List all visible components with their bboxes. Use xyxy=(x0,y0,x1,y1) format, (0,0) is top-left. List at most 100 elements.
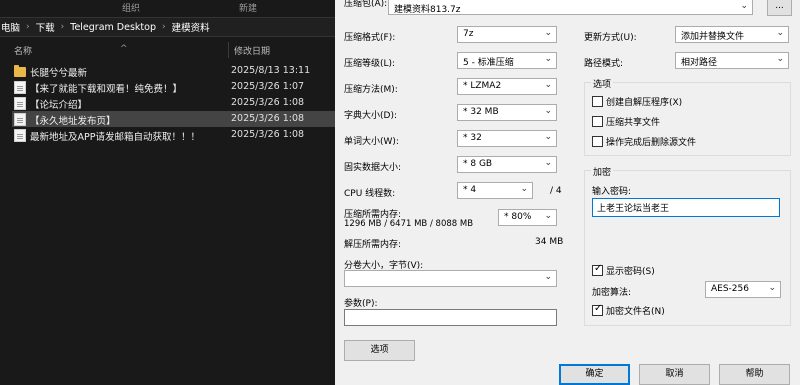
file-icon xyxy=(14,128,26,142)
explorer-ribbon: 组织 新建 xyxy=(0,0,335,14)
chevron-down-icon: ⌄ xyxy=(544,272,552,282)
chevron-down-icon: ⌄ xyxy=(740,1,748,11)
file-date: 2025/8/13 13:11 xyxy=(231,65,311,76)
word-value: * 32 xyxy=(463,133,482,143)
checkbox-icon xyxy=(592,116,603,127)
threads-combo[interactable]: * 4 ⌄ xyxy=(457,182,533,199)
column-header: ^ 名称 修改日期 xyxy=(0,40,335,60)
organize-menu[interactable]: 组织 xyxy=(122,1,140,14)
cancel-button[interactable]: 取消 xyxy=(639,364,710,385)
chevron-down-icon: ⌄ xyxy=(544,132,552,142)
dict-value: * 32 MB xyxy=(463,107,499,117)
file-row[interactable]: 最新地址及APP请发邮箱自动获取！！！ 2025/3/26 1:08 xyxy=(12,127,335,143)
add-to-archive-dialog: 压缩包(A): 建模资料813.7z ⌄ ... 压缩格式(F): 7z ⌄ 压… xyxy=(335,0,800,385)
level-value: 5 - 标准压缩 xyxy=(463,58,514,68)
file-list: 长腿兮兮最新 2025/8/13 13:11 【来了就能下载和观看！纯免费！】 … xyxy=(12,63,335,143)
chevron-down-icon: ⌄ xyxy=(544,211,552,221)
breadcrumb-downloads[interactable]: 下载 xyxy=(35,20,56,34)
options-button[interactable]: 选项 xyxy=(344,340,415,361)
delete-label: 操作完成后删除源文件 xyxy=(606,138,697,148)
format-value: 7z xyxy=(463,29,474,39)
chevron-down-icon: ⌄ xyxy=(768,283,776,293)
level-combo[interactable]: 5 - 标准压缩 ⌄ xyxy=(457,52,557,69)
archive-name-combo[interactable]: 建模资料813.7z ⌄ xyxy=(388,0,753,15)
method-value: * LZMA2 xyxy=(463,81,502,91)
shared-checkbox[interactable]: 压缩共享文件 xyxy=(592,115,660,128)
file-row[interactable]: 【来了就能下载和观看！纯免费！】 2025/3/26 1:07 xyxy=(12,79,335,95)
dict-combo[interactable]: * 32 MB ⌄ xyxy=(457,104,557,121)
mem-comp-combo[interactable]: * 80% ⌄ xyxy=(498,209,557,226)
threads-total: / 4 xyxy=(550,186,562,196)
ok-button[interactable]: 确定 xyxy=(559,364,630,385)
show-password-label: 显示密码(S) xyxy=(606,267,655,277)
update-value: 添加并替换文件 xyxy=(681,32,745,42)
format-label: 压缩格式(F): xyxy=(344,33,396,43)
dict-label: 字典大小(D): xyxy=(344,111,397,121)
enc-method-label: 加密算法: xyxy=(592,288,632,298)
enc-method-value: AES-256 xyxy=(711,284,749,294)
column-divider[interactable] xyxy=(228,42,229,58)
solid-combo[interactable]: * 8 GB ⌄ xyxy=(457,156,557,173)
chevron-down-icon: ⌄ xyxy=(520,184,528,194)
checkbox-icon xyxy=(592,96,603,107)
enc-method-combo[interactable]: AES-256 ⌄ xyxy=(705,281,781,298)
chevron-right-icon: › xyxy=(161,22,166,32)
path-value: 相对路径 xyxy=(681,58,718,68)
chevron-down-icon: ⌄ xyxy=(776,28,784,38)
chevron-right-icon: › xyxy=(60,22,65,32)
update-combo[interactable]: 添加并替换文件 ⌄ xyxy=(675,26,789,43)
file-date: 2025/3/26 1:08 xyxy=(231,97,305,108)
encryption-group-title: 加密 xyxy=(591,165,614,178)
file-icon xyxy=(14,80,26,94)
browse-button[interactable]: ... xyxy=(767,0,792,16)
show-password-checkbox[interactable]: 显示密码(S) xyxy=(592,263,655,277)
password-label: 输入密码: xyxy=(592,187,632,197)
threads-value: * 4 xyxy=(463,185,477,195)
path-label: 路径模式: xyxy=(584,59,624,69)
chevron-down-icon: ⌄ xyxy=(544,28,552,38)
file-explorer: 组织 新建 电脑 › 下载 › Telegram Desktop › 建模资料 … xyxy=(0,0,335,385)
file-row-selected[interactable]: 【永久地址发布页】 2025/3/26 1:08 xyxy=(12,111,335,127)
breadcrumb-telegram[interactable]: Telegram Desktop xyxy=(69,22,157,33)
help-button[interactable]: 帮助 xyxy=(719,364,790,385)
file-name: 【来了就能下载和观看！纯免费！】 xyxy=(30,84,183,95)
column-modified[interactable]: 修改日期 xyxy=(234,44,270,57)
file-date: 2025/3/26 1:08 xyxy=(231,113,305,124)
encrypt-names-label: 加密文件名(N) xyxy=(606,307,665,317)
file-name: 【永久地址发布页】 xyxy=(30,116,116,127)
path-combo[interactable]: 相对路径 ⌄ xyxy=(675,52,789,69)
password-input[interactable]: 上老王论坛当老王 xyxy=(592,198,780,217)
file-date: 2025/3/26 1:07 xyxy=(231,81,305,92)
solid-value: * 8 GB xyxy=(463,159,493,169)
method-label: 压缩方法(M): xyxy=(344,85,398,95)
checkbox-checked-icon xyxy=(592,263,603,276)
chevron-down-icon: ⌄ xyxy=(776,54,784,64)
format-combo[interactable]: 7z ⌄ xyxy=(457,26,557,43)
level-label: 压缩等级(L): xyxy=(344,59,396,69)
checkbox-icon xyxy=(592,136,603,147)
chevron-down-icon: ⌄ xyxy=(544,158,552,168)
file-date: 2025/3/26 1:08 xyxy=(231,129,305,140)
shared-label: 压缩共享文件 xyxy=(606,118,661,128)
archive-label: 压缩包(A): xyxy=(344,0,388,9)
archive-name-value: 建模资料813.7z xyxy=(394,5,461,15)
column-name[interactable]: 名称 xyxy=(14,44,32,57)
delete-checkbox[interactable]: 操作完成后删除源文件 xyxy=(592,135,696,148)
breadcrumb-current-folder[interactable]: 建模资料 xyxy=(171,20,211,34)
file-row[interactable]: 长腿兮兮最新 2025/8/13 13:11 xyxy=(12,63,335,79)
method-combo[interactable]: * LZMA2 ⌄ xyxy=(457,78,557,95)
mem-comp-detail: 1296 MB / 6471 MB / 8088 MB xyxy=(344,219,474,229)
file-row[interactable]: 【论坛介绍】 2025/3/26 1:08 xyxy=(12,95,335,111)
params-input[interactable] xyxy=(344,309,557,326)
word-combo[interactable]: * 32 ⌄ xyxy=(457,130,557,147)
address-bar[interactable]: 电脑 › 下载 › Telegram Desktop › 建模资料 xyxy=(0,17,335,37)
file-icon xyxy=(14,96,26,110)
sfx-checkbox[interactable]: 创建自解压程序(X) xyxy=(592,95,682,108)
file-name: 最新地址及APP请发邮箱自动获取！！！ xyxy=(30,132,200,143)
breadcrumb-pc[interactable]: 电脑 xyxy=(0,20,21,34)
mem-comp-value: * 80% xyxy=(504,212,532,222)
split-combo[interactable]: ⌄ xyxy=(344,270,557,287)
encrypt-names-checkbox[interactable]: 加密文件名(N) xyxy=(592,303,665,317)
new-menu[interactable]: 新建 xyxy=(239,1,257,14)
chevron-down-icon: ⌄ xyxy=(544,80,552,90)
